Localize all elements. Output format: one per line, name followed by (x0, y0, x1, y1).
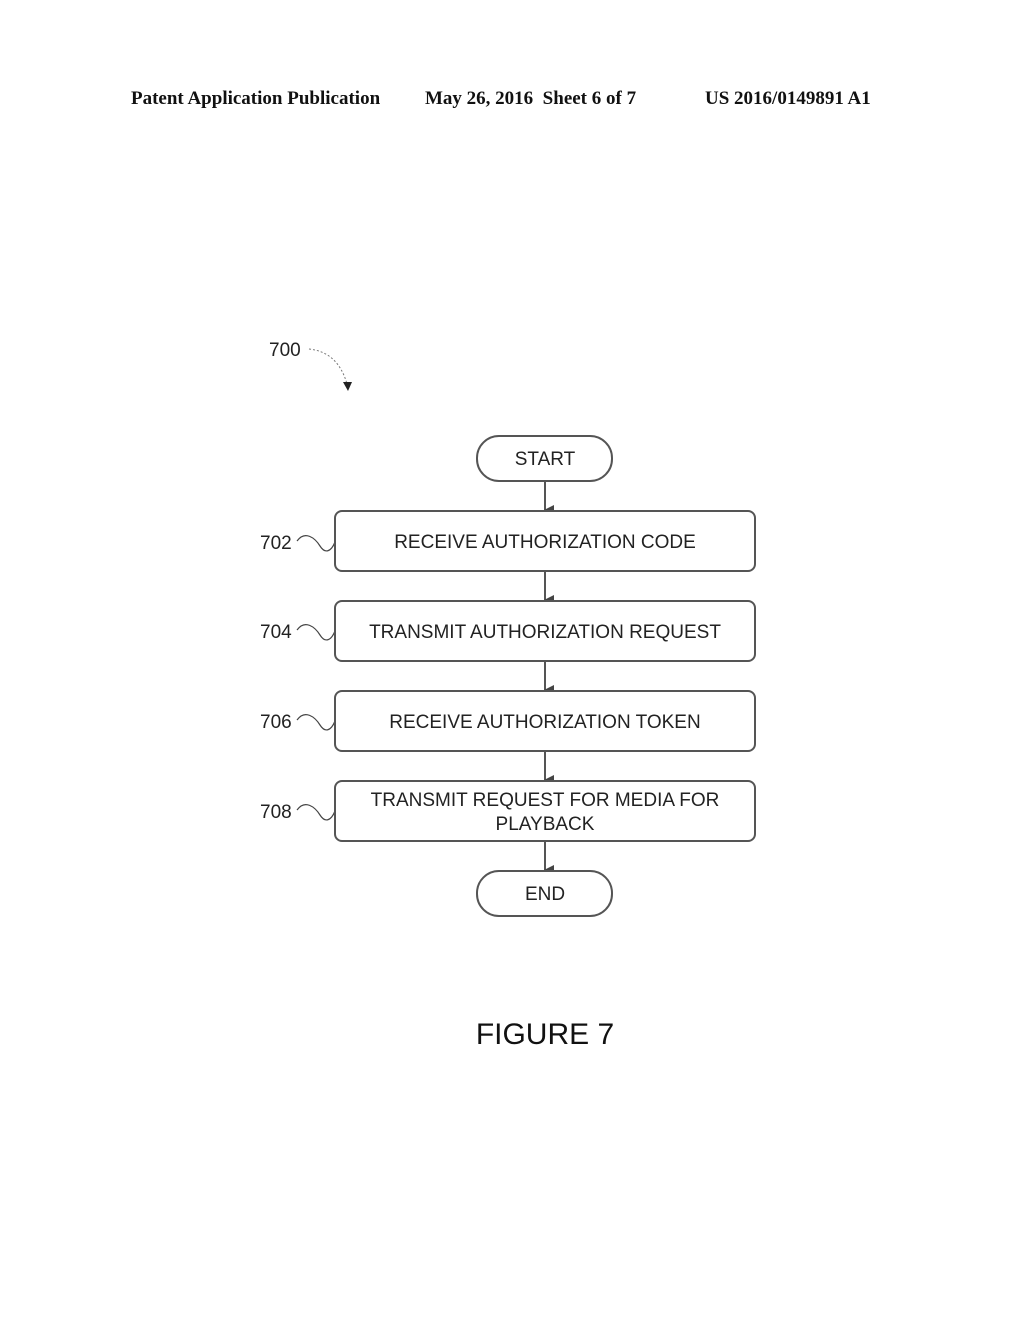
figure-ref-arrowhead (343, 382, 352, 391)
leader-line (296, 624, 336, 641)
figure-ref-leader (308, 348, 348, 385)
step-text: RECEIVE AUTHORIZATION CODE (394, 532, 696, 553)
figure-ref-label: 700 (269, 340, 301, 361)
flowchart: 700 START 702 RECEIVE AUTHORIZATION CODE… (260, 340, 756, 1051)
start-terminal: START (476, 435, 613, 482)
step-text: TRANSMIT AUTHORIZATION REQUEST (369, 622, 721, 643)
leader-line (296, 714, 336, 731)
figure-caption: FIGURE 7 (476, 1018, 614, 1051)
step-708: 708 TRANSMIT REQUEST FOR MEDIA FOR PLAYB… (260, 780, 756, 842)
step-ref-label: 708 (260, 802, 292, 823)
leader-line (296, 535, 336, 552)
step-text: RECEIVE AUTHORIZATION TOKEN (389, 712, 700, 733)
step-ref-label: 706 (260, 712, 292, 733)
step-702: 702 RECEIVE AUTHORIZATION CODE (260, 510, 756, 572)
end-terminal: END (476, 870, 613, 917)
step-text-line-2: PLAYBACK (496, 814, 595, 835)
start-label: START (515, 449, 576, 470)
step-ref-label: 704 (260, 622, 292, 643)
step-704: 704 TRANSMIT AUTHORIZATION REQUEST (260, 600, 756, 662)
end-label: END (525, 884, 565, 905)
step-text-line-1: TRANSMIT REQUEST FOR MEDIA FOR (371, 790, 720, 811)
leader-line (296, 804, 336, 821)
step-ref-label: 702 (260, 533, 292, 554)
step-706: 706 RECEIVE AUTHORIZATION TOKEN (260, 690, 756, 752)
